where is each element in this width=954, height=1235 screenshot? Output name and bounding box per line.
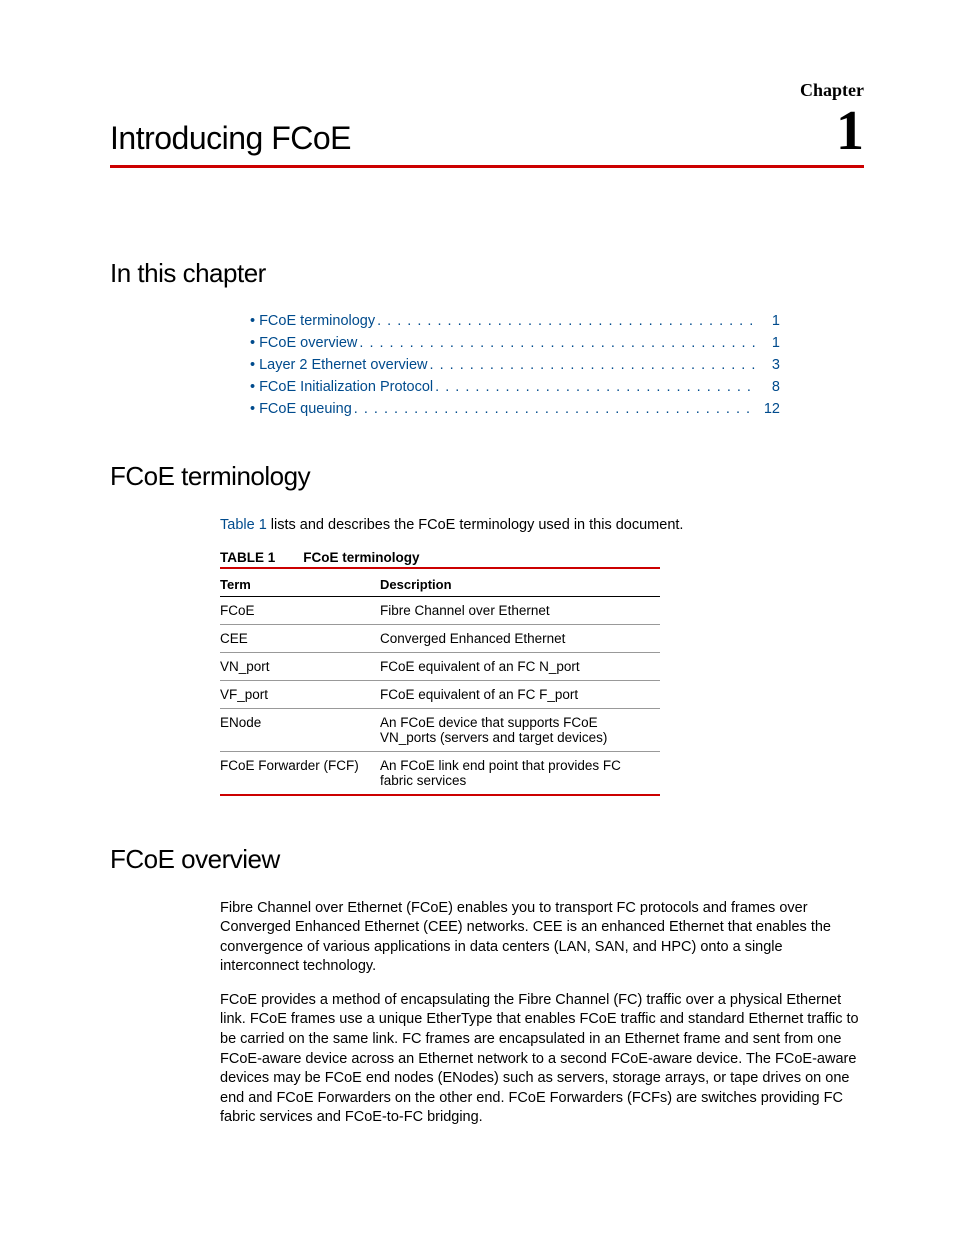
- toc-item[interactable]: • FCoE overview 1: [250, 335, 780, 351]
- toc-item[interactable]: • FCoE queuing 12: [250, 401, 780, 417]
- td-term: FCoE Forwarder (FCF): [220, 751, 380, 795]
- bullet-icon: •: [250, 379, 255, 395]
- table-row: FCoE Forwarder (FCF) An FCoE link end po…: [220, 751, 660, 795]
- td-term: FCoE: [220, 596, 380, 624]
- terminology-intro-rest: lists and describes the FCoE terminology…: [267, 517, 684, 533]
- toc-link: FCoE Initialization Protocol: [259, 379, 433, 395]
- chapter-label: Chapter: [110, 80, 864, 101]
- table-row: CEE Converged Enhanced Ethernet: [220, 624, 660, 652]
- toc-page: 1: [762, 313, 780, 329]
- td-term: VF_port: [220, 680, 380, 708]
- terminology-intro: Table 1 lists and describes the FCoE ter…: [220, 516, 864, 536]
- table-row: VN_port FCoE equivalent of an FC N_port: [220, 652, 660, 680]
- toc-dots: [430, 357, 756, 373]
- toc-dots: [359, 335, 756, 351]
- table-caption-row: TABLE 1 FCoE terminology: [220, 550, 660, 569]
- toc-item[interactable]: • FCoE terminology 1: [250, 313, 780, 329]
- toc-item[interactable]: • FCoE Initialization Protocol 8: [250, 379, 780, 395]
- td-description: An FCoE device that supports FCoE VN_por…: [380, 708, 660, 751]
- terminology-table: Term Description FCoE Fibre Channel over…: [220, 573, 660, 796]
- toc-page: 12: [762, 401, 780, 417]
- toc-link: FCoE overview: [259, 335, 357, 351]
- toc-page: 3: [762, 357, 780, 373]
- table-row: VF_port FCoE equivalent of an FC F_port: [220, 680, 660, 708]
- table-caption: FCoE terminology: [303, 550, 419, 565]
- td-term: ENode: [220, 708, 380, 751]
- overview-p2: FCoE provides a method of encapsulating …: [220, 991, 864, 1128]
- toc-dots: [435, 379, 756, 395]
- bullet-icon: •: [250, 401, 255, 417]
- title-rule: [110, 165, 864, 168]
- td-term: CEE: [220, 624, 380, 652]
- th-term: Term: [220, 573, 380, 597]
- chapter-number: 1: [836, 103, 864, 159]
- table-row: FCoE Fibre Channel over Ethernet: [220, 596, 660, 624]
- bullet-icon: •: [250, 357, 255, 373]
- td-description: FCoE equivalent of an FC F_port: [380, 680, 660, 708]
- td-description: An FCoE link end point that provides FC …: [380, 751, 660, 795]
- bullet-icon: •: [250, 335, 255, 351]
- toc: • FCoE terminology 1 • FCoE overview 1 •…: [250, 313, 864, 417]
- table-header-row: Term Description: [220, 573, 660, 597]
- section-in-this-chapter: In this chapter: [110, 258, 864, 289]
- toc-dots: [377, 313, 756, 329]
- section-fcoe-overview: FCoE overview: [110, 844, 864, 875]
- toc-link: FCoE terminology: [259, 313, 375, 329]
- table-label: TABLE 1: [220, 550, 275, 565]
- section-fcoe-terminology: FCoE terminology: [110, 461, 864, 492]
- toc-link: Layer 2 Ethernet overview: [259, 357, 427, 373]
- chapter-header: Chapter Introducing FCoE 1: [110, 80, 864, 168]
- chapter-title-row: Introducing FCoE 1: [110, 103, 864, 159]
- td-description: Converged Enhanced Ethernet: [380, 624, 660, 652]
- toc-item[interactable]: • Layer 2 Ethernet overview 3: [250, 357, 780, 373]
- toc-dots: [354, 401, 756, 417]
- toc-page: 1: [762, 335, 780, 351]
- td-term: VN_port: [220, 652, 380, 680]
- table-row: ENode An FCoE device that supports FCoE …: [220, 708, 660, 751]
- th-description: Description: [380, 573, 660, 597]
- chapter-title: Introducing FCoE: [110, 120, 351, 157]
- document-page: Chapter Introducing FCoE 1 In this chapt…: [0, 0, 954, 1202]
- overview-p1: Fibre Channel over Ethernet (FCoE) enabl…: [220, 899, 864, 977]
- table-link[interactable]: Table 1: [220, 517, 267, 533]
- td-description: FCoE equivalent of an FC N_port: [380, 652, 660, 680]
- bullet-icon: •: [250, 313, 255, 329]
- toc-page: 8: [762, 379, 780, 395]
- td-description: Fibre Channel over Ethernet: [380, 596, 660, 624]
- toc-link: FCoE queuing: [259, 401, 352, 417]
